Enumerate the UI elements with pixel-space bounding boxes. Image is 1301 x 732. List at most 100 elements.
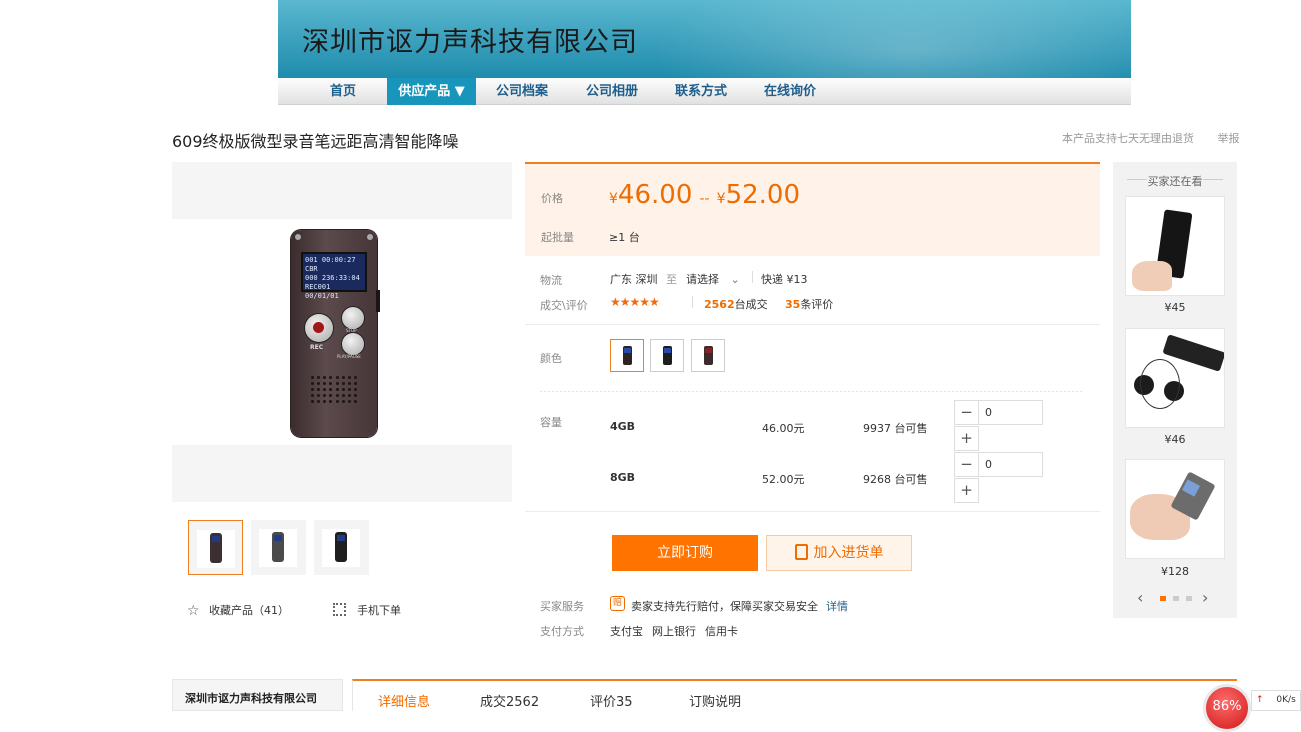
nav-company-album[interactable]: 公司相册	[576, 78, 648, 105]
product-notes: 本产品支持七天无理由退货 举报	[1062, 130, 1254, 146]
tab-order-notes[interactable]: 订购说明	[689, 691, 741, 710]
mobile-order-link[interactable]: 手机下单	[357, 604, 401, 617]
chevron-left-icon[interactable]: ‹	[1137, 588, 1143, 607]
deal-count[interactable]: 2562台成交	[704, 296, 768, 312]
stop-label: STOP	[346, 328, 357, 333]
carousel-dot[interactable]	[1173, 596, 1179, 601]
favorite-row: ☆ 收藏产品（41） 手机下单	[187, 601, 401, 619]
color-label: 颜色	[540, 352, 562, 365]
shipping-fee: 快递 ¥13	[761, 273, 808, 286]
also-viewed-item[interactable]	[1125, 328, 1225, 428]
play-label: PLAY/PAUSE	[337, 354, 361, 359]
thumbnail-2[interactable]	[251, 520, 306, 575]
play-button-icon	[342, 333, 364, 355]
also-viewed-item[interactable]	[1125, 196, 1225, 296]
carousel-dot-active[interactable]	[1160, 596, 1166, 601]
nav-home[interactable]: 首页	[318, 78, 368, 105]
thumbnail-1[interactable]	[188, 520, 243, 575]
nav-contact[interactable]: 联系方式	[665, 78, 737, 105]
moq-value: ≥1 台	[609, 231, 640, 244]
detail-tabs: 详细信息 成交2562 评价35 订购说明	[352, 679, 1237, 711]
recorder-screen: 001 00:00:27 CBR 000 236:33:04 REC001 00…	[301, 252, 367, 300]
thumbnail-3[interactable]	[314, 520, 369, 575]
also-viewed-price: ¥45	[1164, 301, 1186, 314]
price-label: 价格	[541, 192, 563, 205]
payment-alipay: 支付宝	[610, 625, 643, 638]
also-viewed-item[interactable]	[1125, 459, 1225, 559]
logistics-to: 至	[666, 273, 677, 286]
divider	[525, 324, 1100, 325]
price-panel: 价格 ¥46.00 -- ¥52.00 起批量 ≥1 台	[525, 162, 1100, 256]
capacity-price: 52.00元	[762, 473, 805, 486]
company-banner: 深圳市讴力声科技有限公司	[278, 0, 1131, 78]
upload-arrow-icon: ↑	[1256, 695, 1264, 705]
chevron-right-icon[interactable]: ›	[1202, 588, 1208, 607]
divider	[692, 296, 693, 308]
payment-online-bank: 网上银行	[652, 625, 696, 638]
tab-transactions[interactable]: 成交2562	[480, 691, 539, 710]
compensation-shield-icon: 赔	[610, 596, 625, 611]
favorite-product-link[interactable]: 收藏产品（41）	[209, 604, 289, 617]
payment-label: 支付方式	[540, 625, 584, 638]
chevron-down-icon: ⌄	[730, 273, 740, 286]
deals-label: 成交\评价	[540, 299, 588, 312]
also-viewed-panel: 买家还在看 ¥45 ¥46 ¥128 ‹ ›	[1113, 162, 1237, 618]
capacity-label: 容量	[540, 416, 562, 429]
logistics-origin: 广东 深圳	[610, 273, 658, 286]
quantity-input[interactable]: 0	[979, 452, 1043, 477]
also-viewed-price: ¥46	[1164, 433, 1186, 446]
return-policy-note: 本产品支持七天无理由退货	[1062, 132, 1194, 145]
capacity-name: 4GB	[610, 420, 636, 433]
divider	[752, 271, 753, 283]
network-speed-box: ↑ 0K/s	[1251, 690, 1301, 711]
capacity-stock: 9937 台可售	[863, 422, 928, 435]
buy-now-button[interactable]: 立即订购	[612, 535, 758, 571]
divider	[525, 511, 1100, 512]
qr-code-icon[interactable]	[332, 603, 346, 616]
minus-icon[interactable]: −	[954, 452, 979, 477]
price-high: 52.00	[725, 180, 801, 210]
nav-inquiry[interactable]: 在线询价	[754, 78, 826, 105]
recorder-picture: 001 00:00:27 CBR 000 236:33:04 REC001 00…	[291, 230, 380, 437]
rating-stars: ★★★★★	[610, 295, 660, 309]
payment-credit-card: 信用卡	[705, 625, 738, 638]
speaker-grille	[311, 376, 357, 403]
color-option-2[interactable]	[650, 339, 684, 372]
quantity-input[interactable]: 0	[979, 400, 1043, 425]
clipboard-icon	[794, 544, 808, 560]
product-title: 609终极版微型录音笔远距高清智能降噪	[172, 132, 459, 151]
minus-icon[interactable]: −	[954, 400, 979, 425]
capacity-price: 46.00元	[762, 422, 805, 435]
color-option-1[interactable]	[610, 339, 644, 372]
tab-reviews[interactable]: 评价35	[590, 691, 633, 710]
add-to-cart-button[interactable]: 加入进货单	[766, 535, 912, 571]
star-outline-icon[interactable]: ☆	[187, 603, 200, 619]
report-link[interactable]: 举报	[1218, 132, 1240, 145]
plus-icon[interactable]: +	[954, 426, 979, 451]
logistics-label: 物流	[540, 274, 562, 287]
service-detail-link[interactable]: 详情	[826, 598, 848, 614]
service-label: 买家服务	[540, 600, 584, 613]
carousel-dot[interactable]	[1186, 596, 1192, 601]
nav-products[interactable]: 供应产品 ▼	[387, 78, 476, 105]
shop-name-box: 深圳市讴力声科技有限公司	[172, 679, 343, 711]
review-count[interactable]: 35条评价	[785, 296, 833, 312]
destination-select[interactable]: 请选择 ⌄	[686, 271, 740, 287]
also-viewed-price: ¥128	[1161, 565, 1189, 578]
network-monitor-badge[interactable]: 86%	[1203, 684, 1251, 732]
capacity-stock: 9268 台可售	[863, 473, 928, 486]
service-text: 卖家支持先行赔付，保障买家交易安全	[631, 600, 818, 613]
rec-button-icon	[305, 314, 333, 342]
company-name: 深圳市讴力声科技有限公司	[302, 27, 638, 58]
moq-label: 起批量	[541, 231, 574, 244]
also-viewed-title: 买家还在看	[1147, 175, 1203, 188]
plus-icon[interactable]: +	[954, 478, 979, 503]
nav-company-profile[interactable]: 公司档案	[486, 78, 558, 105]
tab-details[interactable]: 详细信息	[378, 691, 430, 710]
price-low: 46.00	[617, 180, 693, 210]
divider	[540, 391, 1082, 392]
rec-label: REC	[310, 344, 324, 351]
color-option-3[interactable]	[691, 339, 725, 372]
main-image-canvas: 001 00:00:27 CBR 000 236:33:04 REC001 00…	[172, 219, 512, 445]
main-nav: 首页 供应产品 ▼ 公司档案 公司相册 联系方式 在线询价	[278, 78, 1131, 105]
